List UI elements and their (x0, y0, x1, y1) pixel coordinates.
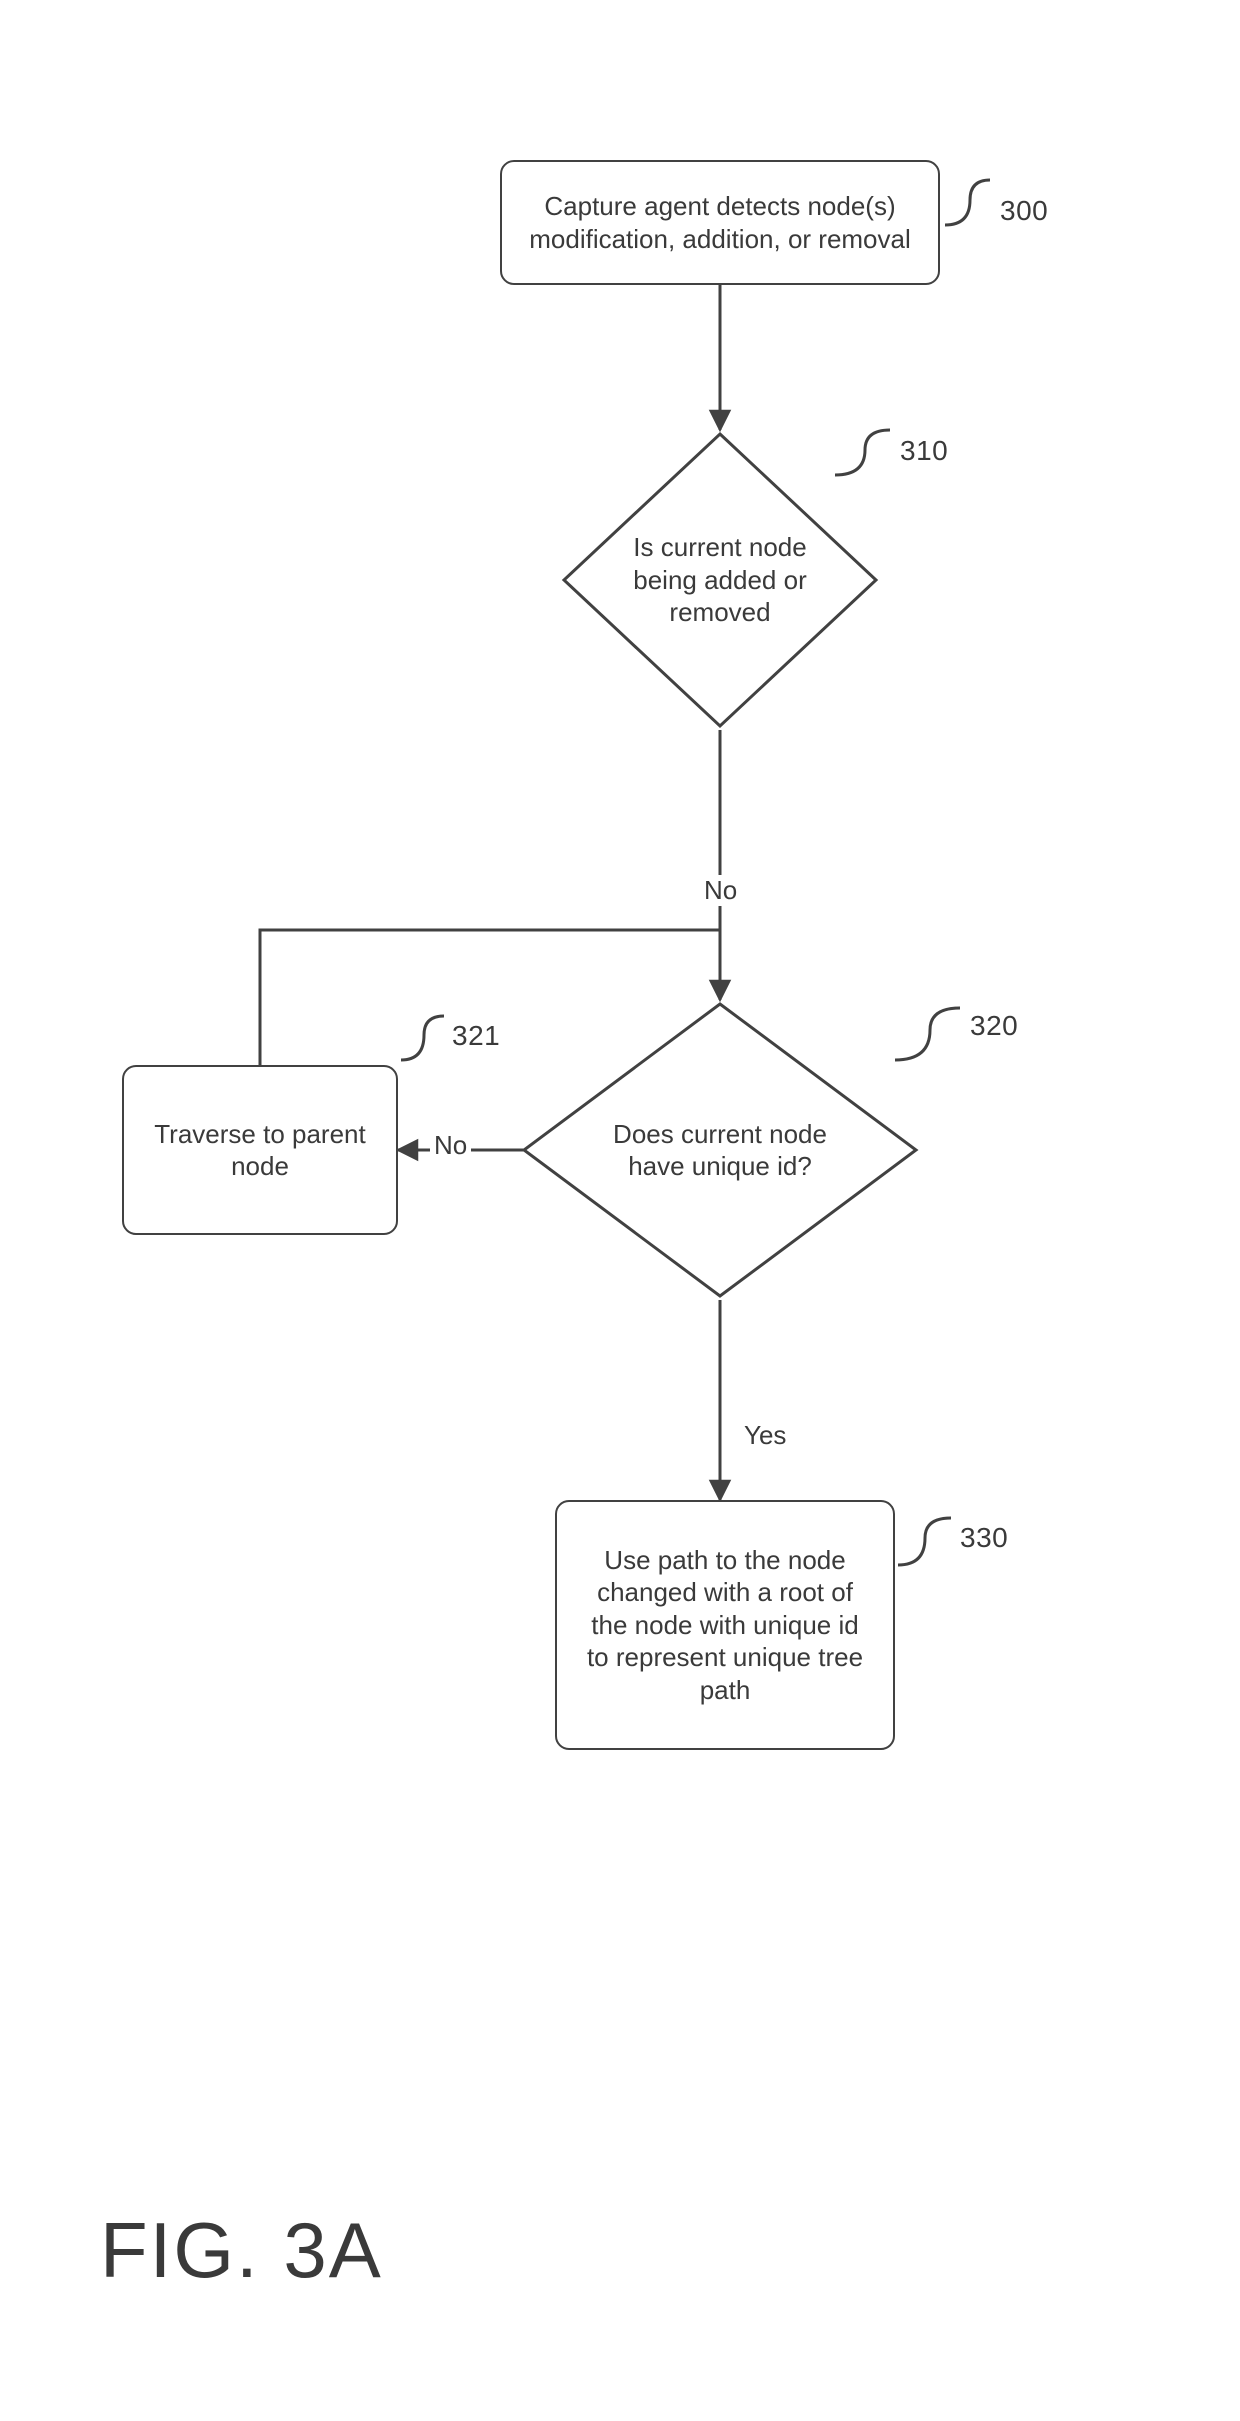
edge-label-no: No (700, 875, 741, 906)
figure-label: FIG. 3A (100, 2205, 383, 2296)
flowchart-canvas: Capture agent detects node(s) modificati… (0, 0, 1240, 2421)
edge-label-yes: Yes (740, 1420, 790, 1451)
decision-has-unique-id: Does current node have unique id? (520, 1000, 920, 1300)
ref-number-300: 300 (1000, 195, 1048, 227)
ref-number-320: 320 (970, 1010, 1018, 1042)
process-text: Traverse to parent node (144, 1118, 376, 1183)
process-text: Use path to the node changed with a root… (577, 1544, 873, 1707)
ref-leader-icon (940, 175, 1000, 235)
edge-label-no: No (430, 1130, 471, 1161)
decision-text: Does current node have unique id? (600, 1118, 840, 1183)
process-detect-node-change: Capture agent detects node(s) modificati… (500, 160, 940, 285)
decision-text: Is current node being added or removed (608, 531, 832, 629)
process-traverse-parent: Traverse to parent node (122, 1065, 398, 1235)
ref-number-310: 310 (900, 435, 948, 467)
process-use-path: Use path to the node changed with a root… (555, 1500, 895, 1750)
ref-number-321: 321 (452, 1020, 500, 1052)
process-text: Capture agent detects node(s) modificati… (522, 190, 918, 255)
ref-number-330: 330 (960, 1522, 1008, 1554)
decision-add-or-remove: Is current node being added or removed (560, 430, 880, 730)
ref-leader-icon (396, 1010, 456, 1070)
ref-leader-icon (893, 1510, 963, 1575)
